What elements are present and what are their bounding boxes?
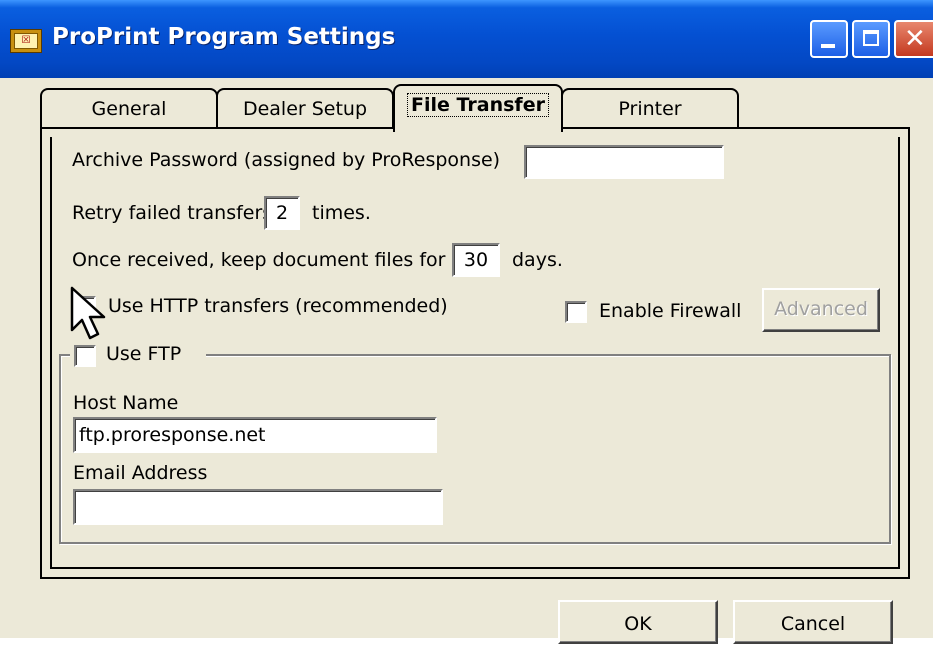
maximize-icon	[863, 30, 879, 46]
window-title: ProPrint Program Settings	[52, 24, 396, 50]
tab-dealer-setup[interactable]: Dealer Setup	[216, 88, 394, 128]
tab-printer[interactable]: Printer	[561, 88, 739, 128]
minimize-button[interactable]	[810, 20, 848, 58]
mouse-pointer-icon	[70, 286, 106, 340]
app-icon[interactable]: ☒	[10, 29, 42, 53]
ok-button[interactable]: OK	[558, 600, 718, 644]
tab-general[interactable]: General	[40, 88, 218, 128]
file-transfer-panel: Archive Password (assigned by ProRespons…	[40, 127, 910, 579]
minimize-icon	[821, 44, 835, 48]
maximize-button[interactable]	[852, 20, 890, 58]
settings-dialog: ☒ ProPrint Program Settings ✕ General De…	[0, 0, 933, 644]
close-icon: ✕	[904, 24, 926, 54]
tab-file-transfer[interactable]: File Transfer	[393, 84, 563, 132]
title-bar[interactable]: ☒ ProPrint Program Settings ✕	[0, 0, 933, 78]
cancel-button[interactable]: Cancel	[733, 600, 893, 644]
panel-inner-border	[50, 137, 900, 569]
close-button[interactable]: ✕	[894, 20, 933, 58]
